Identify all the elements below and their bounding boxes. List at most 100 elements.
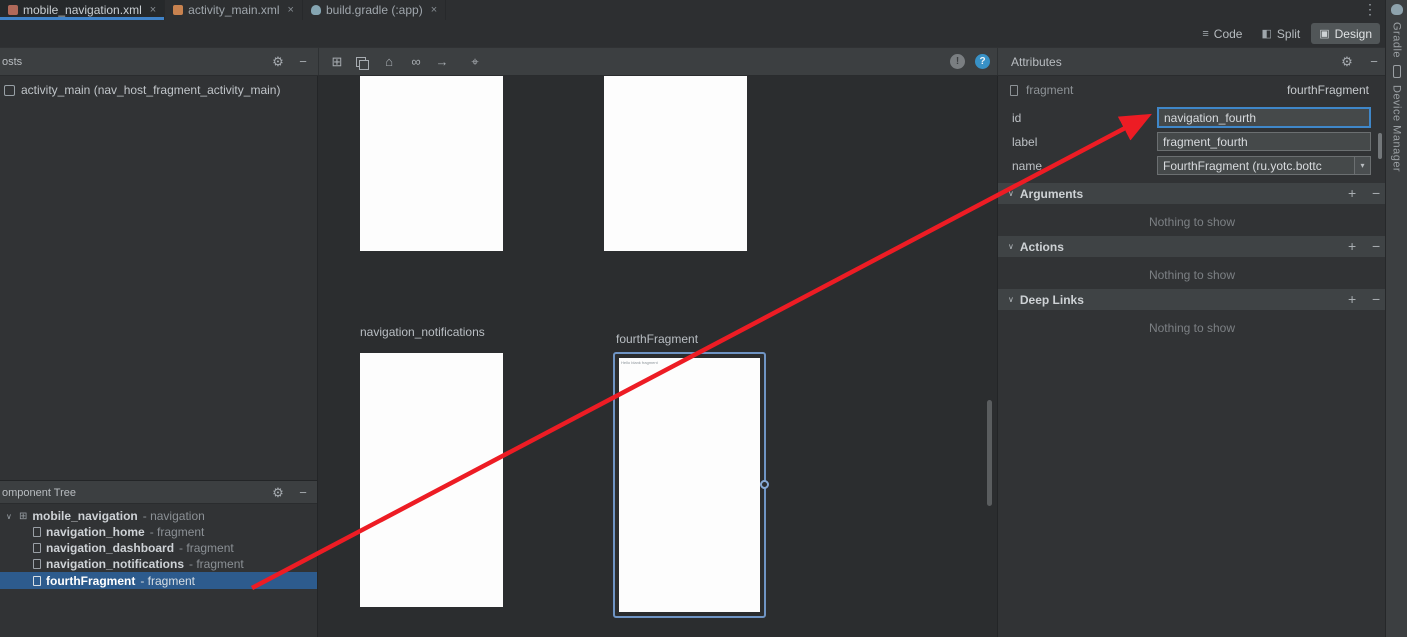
component-tree-title: omponent Tree (2, 487, 76, 499)
hide-panel-icon[interactable]: − (295, 54, 311, 69)
add-deep-link-icon[interactable]: + (1348, 291, 1356, 307)
fragment-preview-text: Hello blank fragment (619, 358, 760, 365)
mode-design-button[interactable]: ▣ Design (1311, 23, 1380, 44)
layout-file-icon (4, 85, 15, 96)
tree-item-name: mobile_navigation (32, 509, 137, 523)
mode-label: Split (1277, 27, 1300, 41)
chevron-down-icon[interactable]: ▾ (1354, 157, 1370, 174)
tree-item-navigation-home[interactable]: navigation_home - fragment (0, 524, 317, 540)
fragment-icon (33, 576, 41, 586)
tree-item-mobile-navigation[interactable]: ∨ ⊞ mobile_navigation - navigation (0, 508, 317, 524)
tree-item-type: - fragment (179, 541, 234, 555)
gear-icon[interactable]: ⚙ (270, 54, 286, 70)
attributes-scrollbar[interactable] (1378, 133, 1382, 159)
id-input[interactable]: navigation_fourth (1157, 107, 1371, 128)
remove-action-icon[interactable]: − (1372, 238, 1380, 254)
add-action-icon[interactable]: + (1348, 238, 1356, 254)
section-header-deep-links[interactable]: ∨ Deep Links + − (998, 289, 1386, 310)
code-icon: ≡ (1202, 28, 1208, 40)
component-name-label: fourthFragment (1287, 83, 1369, 97)
tab-label: activity_main.xml (188, 3, 279, 17)
chevron-down-icon[interactable]: ∨ (6, 512, 14, 521)
tab-activity-main-xml[interactable]: activity_main.xml × (165, 0, 303, 20)
close-icon[interactable]: × (288, 4, 294, 16)
fragment-preview-dashboard[interactable] (604, 76, 747, 251)
fragment-label-fourth: fourthFragment (616, 332, 698, 346)
id-field-label: id (1012, 111, 1021, 125)
tab-build-gradle[interactable]: build.gradle (:app) × (303, 0, 446, 20)
actions-empty-text: Nothing to show (998, 268, 1386, 282)
close-icon[interactable]: × (431, 4, 437, 16)
nav-xml-file-icon (8, 5, 18, 15)
tree-item-name: navigation_dashboard (46, 541, 174, 555)
navigation-canvas[interactable]: navigation_notifications fourthFragment … (318, 76, 997, 637)
arguments-empty-text: Nothing to show (998, 215, 1386, 229)
canvas-vertical-scrollbar[interactable] (987, 400, 992, 506)
fragment-icon (1010, 85, 1018, 96)
fragment-preview-notifications[interactable] (360, 353, 503, 607)
design-icon: ▣ (1319, 27, 1329, 40)
action-arrow-icon[interactable]: → (434, 54, 450, 69)
fragment-preview-fourth[interactable]: Hello blank fragment (619, 358, 760, 612)
remove-argument-icon[interactable]: − (1372, 185, 1380, 201)
new-destination-icon[interactable] (356, 57, 367, 68)
fragment-label-notifications: navigation_notifications (360, 325, 485, 339)
mode-label: Code (1214, 27, 1243, 41)
navigation-graph-icon: ⊞ (19, 511, 27, 522)
tab-label: build.gradle (:app) (326, 3, 423, 17)
mode-code-button[interactable]: ≡ Code (1194, 23, 1250, 44)
assign-start-home-icon[interactable]: ⌂ (381, 54, 397, 69)
tree-item-navigation-dashboard[interactable]: navigation_dashboard - fragment (0, 540, 317, 556)
name-dropdown[interactable]: FourthFragment (ru.yotc.bottc ▾ (1157, 156, 1371, 175)
hide-panel-icon[interactable]: − (295, 485, 311, 500)
name-field-label: name (1012, 159, 1042, 173)
tree-item-type: - fragment (150, 525, 205, 539)
mode-label: Design (1335, 27, 1372, 41)
tree-item-navigation-notifications[interactable]: navigation_notifications - fragment (0, 556, 317, 572)
chevron-down-icon[interactable]: ∨ (1008, 295, 1014, 304)
editor-tab-bar: mobile_navigation.xml × activity_main.xm… (0, 0, 1385, 20)
tree-item-type: - fragment (189, 557, 244, 571)
hide-panel-icon[interactable]: − (1366, 54, 1382, 69)
add-destination-icon[interactable]: ⊞ (329, 54, 345, 70)
gear-icon[interactable]: ⚙ (1339, 54, 1355, 70)
section-header-actions[interactable]: ∨ Actions + − (998, 236, 1386, 257)
gear-icon[interactable]: ⚙ (270, 485, 286, 501)
add-argument-icon[interactable]: + (1348, 185, 1356, 201)
action-connection-handle[interactable] (760, 480, 769, 489)
host-item-activity-main[interactable]: activity_main (nav_host_fragment_activit… (0, 76, 317, 104)
selected-fragment-frame[interactable]: Hello blank fragment (613, 352, 766, 618)
chevron-down-icon[interactable]: ∨ (1008, 242, 1014, 251)
tab-mobile-navigation-xml[interactable]: mobile_navigation.xml × (0, 0, 165, 20)
host-item-label: activity_main (nav_host_fragment_activit… (21, 83, 280, 97)
label-input[interactable]: fragment_fourth (1157, 132, 1371, 151)
attributes-panel-title: Attributes (1011, 55, 1062, 69)
help-icon[interactable]: ? (975, 54, 990, 69)
tool-window-device-manager[interactable]: Device Manager (1391, 85, 1403, 172)
auto-arrange-icon[interactable]: ⌖ (467, 54, 483, 70)
device-manager-icon[interactable] (1393, 65, 1401, 78)
deep-link-icon[interactable]: ∞ (408, 54, 424, 69)
section-header-arguments[interactable]: ∨ Arguments + − (998, 183, 1386, 204)
design-toolbar: osts ⚙ − ⊞ ⌂ ∞ → ⌖ ! ? Attributes ⚙ − (0, 47, 1385, 76)
chevron-down-icon[interactable]: ∨ (1008, 189, 1014, 198)
tree-item-name: navigation_notifications (46, 557, 184, 571)
component-tree-header: omponent Tree ⚙ − (0, 481, 317, 504)
warning-indicator-icon[interactable]: ! (950, 54, 965, 69)
tool-window-gradle[interactable]: Gradle (1391, 22, 1403, 58)
tree-item-fourthfragment[interactable]: fourthFragment - fragment (0, 572, 317, 589)
attributes-panel: fragment fourthFragment id navigation_fo… (997, 76, 1385, 637)
hosts-panel-title: osts (2, 56, 22, 68)
fragment-preview-home[interactable] (360, 76, 503, 251)
mode-split-button[interactable]: ◧ Split (1253, 23, 1308, 44)
gradle-icon[interactable] (1391, 4, 1403, 15)
component-tree-list: ∨ ⊞ mobile_navigation - navigation navig… (0, 508, 317, 589)
tool-window-strip: Gradle Device Manager (1385, 0, 1407, 637)
section-label: Arguments (1020, 187, 1083, 201)
overflow-menu-icon[interactable]: ⋮ (1363, 1, 1377, 18)
remove-deep-link-icon[interactable]: − (1372, 291, 1380, 307)
tree-item-name: navigation_home (46, 525, 145, 539)
editor-mode-bar: ≡ Code ◧ Split ▣ Design (0, 20, 1385, 47)
close-icon[interactable]: × (150, 4, 156, 16)
id-input-value: navigation_fourth (1164, 111, 1256, 125)
